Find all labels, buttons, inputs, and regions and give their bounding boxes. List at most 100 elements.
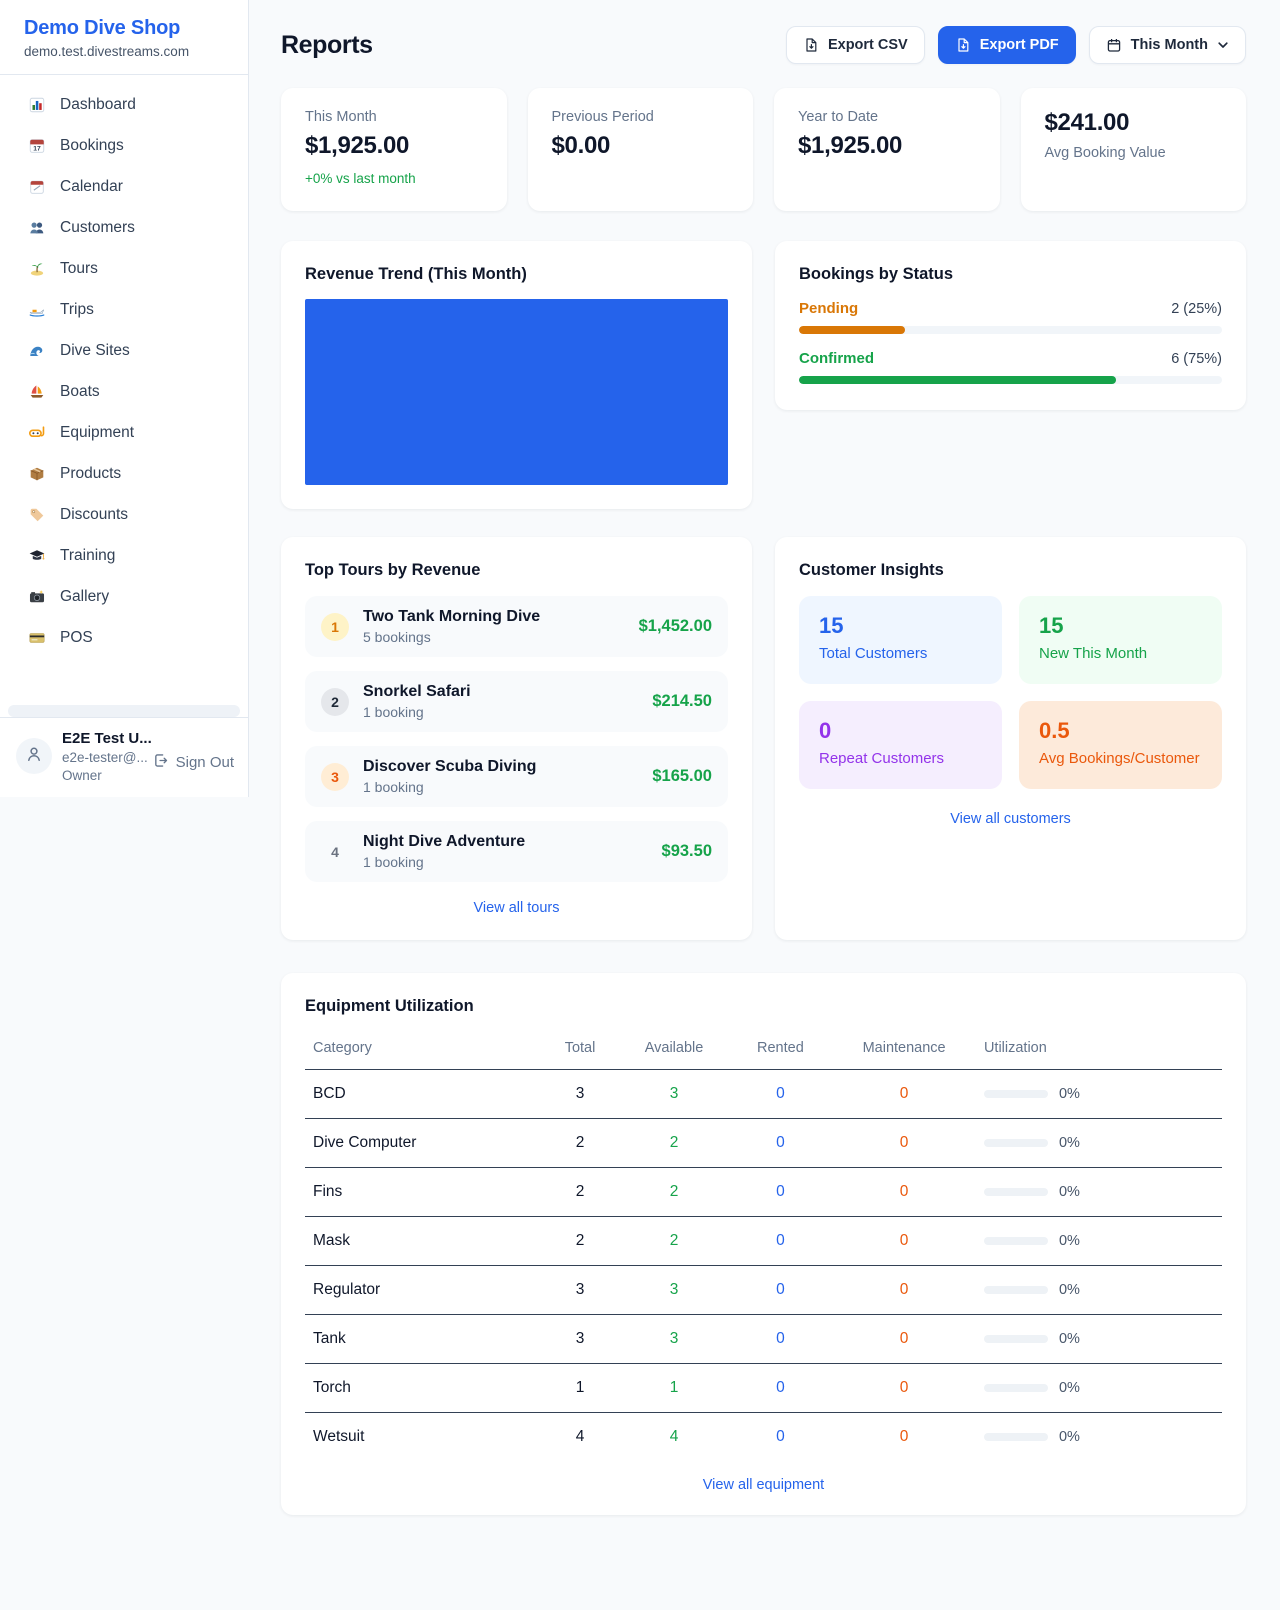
lists-row: Top Tours by Revenue 1 Two Tank Morning … xyxy=(281,537,1246,940)
sign-out-button[interactable]: Sign Out xyxy=(152,752,234,773)
nav-item-icon xyxy=(28,465,46,483)
sidebar-nav-item[interactable]: Trips xyxy=(8,293,240,327)
tour-rank-badge: 1 xyxy=(321,613,349,641)
svg-text:17: 17 xyxy=(33,146,41,153)
nav-item-label: Equipment xyxy=(60,424,134,442)
header-actions: Export CSV Export PDF This Month xyxy=(786,26,1246,64)
export-pdf-button[interactable]: Export PDF xyxy=(938,26,1076,64)
equipment-table-row: Torch 1 1 0 0 0% xyxy=(305,1364,1222,1413)
status-progress-track xyxy=(799,376,1222,384)
insight-value: 15 xyxy=(819,613,982,639)
sidebar-nav-item[interactable]: Dive Sites xyxy=(8,334,240,368)
cell-rented: 0 xyxy=(729,1315,833,1364)
charts-row: Revenue Trend (This Month) Bookings by S… xyxy=(281,241,1246,509)
tour-name: Night Dive Adventure xyxy=(363,833,525,851)
cell-rented: 0 xyxy=(729,1119,833,1168)
sidebar-item-reports-partial[interactable] xyxy=(8,705,240,717)
tour-list-item[interactable]: 1 Two Tank Morning Dive 5 bookings $1,45… xyxy=(305,596,728,657)
sidebar-nav-item[interactable]: Training xyxy=(8,539,240,573)
tour-name: Two Tank Morning Dive xyxy=(363,608,540,626)
tour-list-item[interactable]: 4 Night Dive Adventure 1 booking $93.50 xyxy=(305,821,728,882)
utilization-percent: 0% xyxy=(1059,1184,1080,1200)
insight-value: 15 xyxy=(1039,613,1202,639)
utilization-percent: 0% xyxy=(1059,1429,1080,1445)
view-all-tours-link[interactable]: View all tours xyxy=(305,900,728,916)
chevron-down-icon xyxy=(1217,39,1229,51)
sidebar-nav-item[interactable]: Boats xyxy=(8,375,240,409)
nav-item-icon xyxy=(28,588,46,606)
utilization-bar xyxy=(984,1433,1048,1441)
nav-item-label: Calendar xyxy=(60,178,123,196)
tour-bookings: 1 booking xyxy=(363,704,471,720)
tour-bookings: 1 booking xyxy=(363,854,525,870)
utilization-wrap: 0% xyxy=(984,1184,1214,1200)
sidebar-nav-item[interactable]: Calendar xyxy=(8,170,240,204)
view-all-equipment-link[interactable]: View all equipment xyxy=(305,1477,1222,1493)
stat-card-avg-booking-value: $241.00 Avg Booking Value xyxy=(1021,88,1247,211)
nav-item-label: Training xyxy=(60,547,115,565)
calendar-outline-icon xyxy=(1106,37,1122,53)
period-label: This Month xyxy=(1131,37,1208,53)
tour-name: Snorkel Safari xyxy=(363,683,471,701)
cell-total: 1 xyxy=(541,1364,620,1413)
equipment-table-row: Regulator 3 3 0 0 0% xyxy=(305,1266,1222,1315)
stat-cards-row: This Month $1,925.00 +0% vs last month P… xyxy=(281,88,1246,211)
cell-available: 2 xyxy=(620,1168,729,1217)
sidebar-nav-item[interactable]: Discounts xyxy=(8,498,240,532)
sidebar-nav-item[interactable]: 17 Bookings xyxy=(8,129,240,163)
nav-item-label: Dashboard xyxy=(60,96,136,114)
equipment-table: Category Total Available Rented Maintena… xyxy=(305,1030,1222,1461)
cell-utilization: 0% xyxy=(976,1119,1222,1168)
status-row: Confirmed 6 (75%) xyxy=(799,350,1222,384)
cell-utilization: 0% xyxy=(976,1413,1222,1462)
customer-insights-title: Customer Insights xyxy=(799,561,1222,580)
utilization-wrap: 0% xyxy=(984,1380,1214,1396)
top-tours-title: Top Tours by Revenue xyxy=(305,561,728,580)
nav-item-label: Tours xyxy=(60,260,98,278)
insight-tile: 0.5 Avg Bookings/Customer xyxy=(1019,701,1222,789)
cell-available: 4 xyxy=(620,1413,729,1462)
tour-amount: $214.50 xyxy=(652,692,712,711)
nav-item-icon: 17 xyxy=(28,137,46,155)
cell-utilization: 0% xyxy=(976,1364,1222,1413)
tour-list-item[interactable]: 2 Snorkel Safari 1 booking $214.50 xyxy=(305,671,728,732)
nav-item-icon xyxy=(28,342,46,360)
cell-rented: 0 xyxy=(729,1168,833,1217)
sidebar-nav-item[interactable]: Equipment xyxy=(8,416,240,450)
col-available: Available xyxy=(620,1030,729,1070)
nav-item-label: Discounts xyxy=(60,506,128,524)
stat-label: Avg Booking Value xyxy=(1045,145,1223,161)
cell-category: Tank xyxy=(305,1315,541,1364)
nav-item-label: Dive Sites xyxy=(60,342,130,360)
col-maintenance: Maintenance xyxy=(832,1030,976,1070)
sidebar-nav-item[interactable]: POS xyxy=(8,621,240,655)
insight-label: Repeat Customers xyxy=(819,750,982,767)
view-all-customers-link[interactable]: View all customers xyxy=(799,811,1222,827)
cell-total: 2 xyxy=(541,1168,620,1217)
logout-icon xyxy=(152,752,169,773)
sidebar-nav-item[interactable]: Dashboard xyxy=(8,88,240,122)
sidebar-nav-item[interactable]: Customers xyxy=(8,211,240,245)
nav-item-icon xyxy=(28,629,46,647)
equipment-table-row: Mask 2 2 0 0 0% xyxy=(305,1217,1222,1266)
status-line: Pending 2 (25%) xyxy=(799,300,1222,317)
sidebar-nav-item[interactable]: Tours xyxy=(8,252,240,286)
sidebar-nav-item[interactable]: Products xyxy=(8,457,240,491)
cell-total: 3 xyxy=(541,1070,620,1119)
cell-available: 2 xyxy=(620,1217,729,1266)
export-csv-button[interactable]: Export CSV xyxy=(786,26,925,64)
cell-available: 2 xyxy=(620,1119,729,1168)
utilization-wrap: 0% xyxy=(984,1282,1214,1298)
revenue-trend-bar xyxy=(305,299,728,485)
sidebar-nav-item[interactable]: Gallery xyxy=(8,580,240,614)
insight-label: Total Customers xyxy=(819,645,982,662)
cell-maintenance: 0 xyxy=(832,1070,976,1119)
utilization-bar xyxy=(984,1384,1048,1392)
cell-rented: 0 xyxy=(729,1070,833,1119)
nav-item-label: Bookings xyxy=(60,137,124,155)
tour-list-item[interactable]: 3 Discover Scuba Diving 1 booking $165.0… xyxy=(305,746,728,807)
cell-utilization: 0% xyxy=(976,1168,1222,1217)
nav-item-icon xyxy=(28,260,46,278)
nav-item-icon xyxy=(28,178,46,196)
period-select-button[interactable]: This Month xyxy=(1089,26,1246,64)
